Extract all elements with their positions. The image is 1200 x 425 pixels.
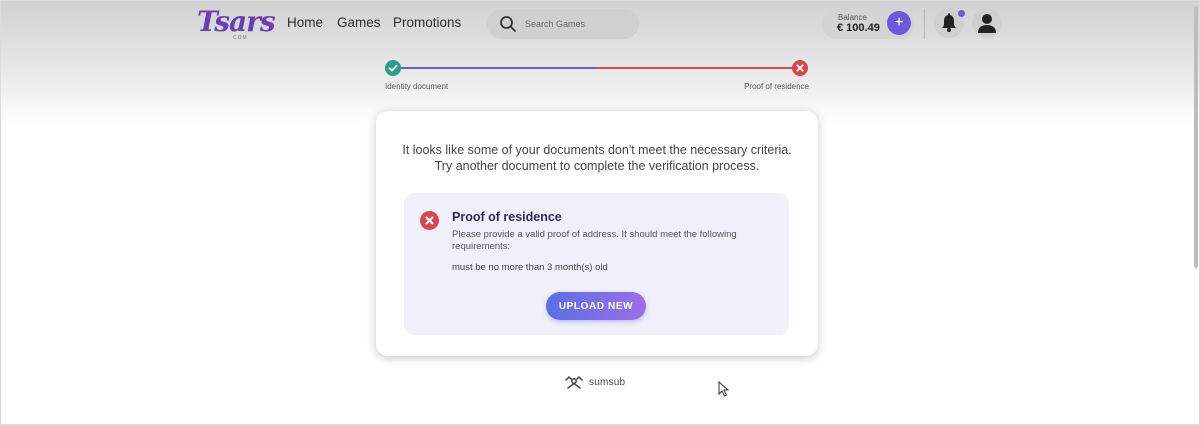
nav-home[interactable]: Home bbox=[287, 15, 323, 30]
app-window: Tsars COM Home Games Promotions Balance … bbox=[0, 0, 1200, 425]
step-identity-status bbox=[385, 60, 401, 76]
step-residence-label: Proof of residence bbox=[744, 82, 809, 91]
search-input[interactable] bbox=[525, 17, 630, 31]
verification-card: It looks like some of your documents don… bbox=[376, 111, 818, 356]
requirement-title: Proof of residence bbox=[452, 210, 562, 224]
step-residence-status bbox=[792, 60, 808, 76]
check-icon bbox=[388, 64, 398, 72]
requirement-box: Proof of residence Please provide a vali… bbox=[404, 193, 789, 335]
page-scrollbar[interactable] bbox=[1194, 6, 1198, 268]
cursor-icon bbox=[718, 381, 730, 397]
nav-promotions[interactable]: Promotions bbox=[393, 15, 461, 30]
search-box[interactable] bbox=[487, 9, 639, 39]
verification-stepper: Identity document Proof of residence bbox=[385, 59, 809, 95]
balance-value: € 100.49 bbox=[837, 22, 880, 34]
step-identity-label: Identity document bbox=[385, 82, 449, 91]
close-icon bbox=[796, 64, 804, 72]
profile-button[interactable] bbox=[972, 8, 1002, 38]
logo-subtext: COM bbox=[233, 35, 248, 41]
verification-message: It looks like some of your documents don… bbox=[402, 143, 792, 173]
user-avatar-icon bbox=[978, 14, 996, 33]
balance-label: Balance bbox=[838, 13, 867, 22]
upload-new-button[interactable]: UPLOAD NEW bbox=[546, 292, 646, 320]
header-divider bbox=[924, 9, 925, 39]
stepper-progress-error bbox=[597, 67, 793, 69]
sumsub-logo-icon bbox=[565, 375, 583, 389]
bell-icon bbox=[942, 13, 956, 32]
site-logo[interactable]: Tsars COM bbox=[197, 5, 276, 43]
top-header: Tsars COM Home Games Promotions Balance … bbox=[1, 1, 1199, 47]
nav-games[interactable]: Games bbox=[337, 15, 381, 30]
sumsub-text: sumsub bbox=[589, 377, 626, 388]
deposit-add-button[interactable]: + bbox=[887, 11, 911, 35]
sumsub-branding[interactable]: sumsub bbox=[564, 374, 634, 392]
requirement-item: must be no more than 3 month(s) old bbox=[452, 262, 608, 273]
error-icon bbox=[420, 211, 439, 230]
search-icon bbox=[500, 16, 516, 32]
logo-text: Tsars bbox=[197, 5, 276, 38]
stepper-progress-complete bbox=[399, 67, 597, 69]
requirement-description: Please provide a valid proof of address.… bbox=[452, 229, 737, 252]
notification-dot bbox=[958, 10, 965, 17]
